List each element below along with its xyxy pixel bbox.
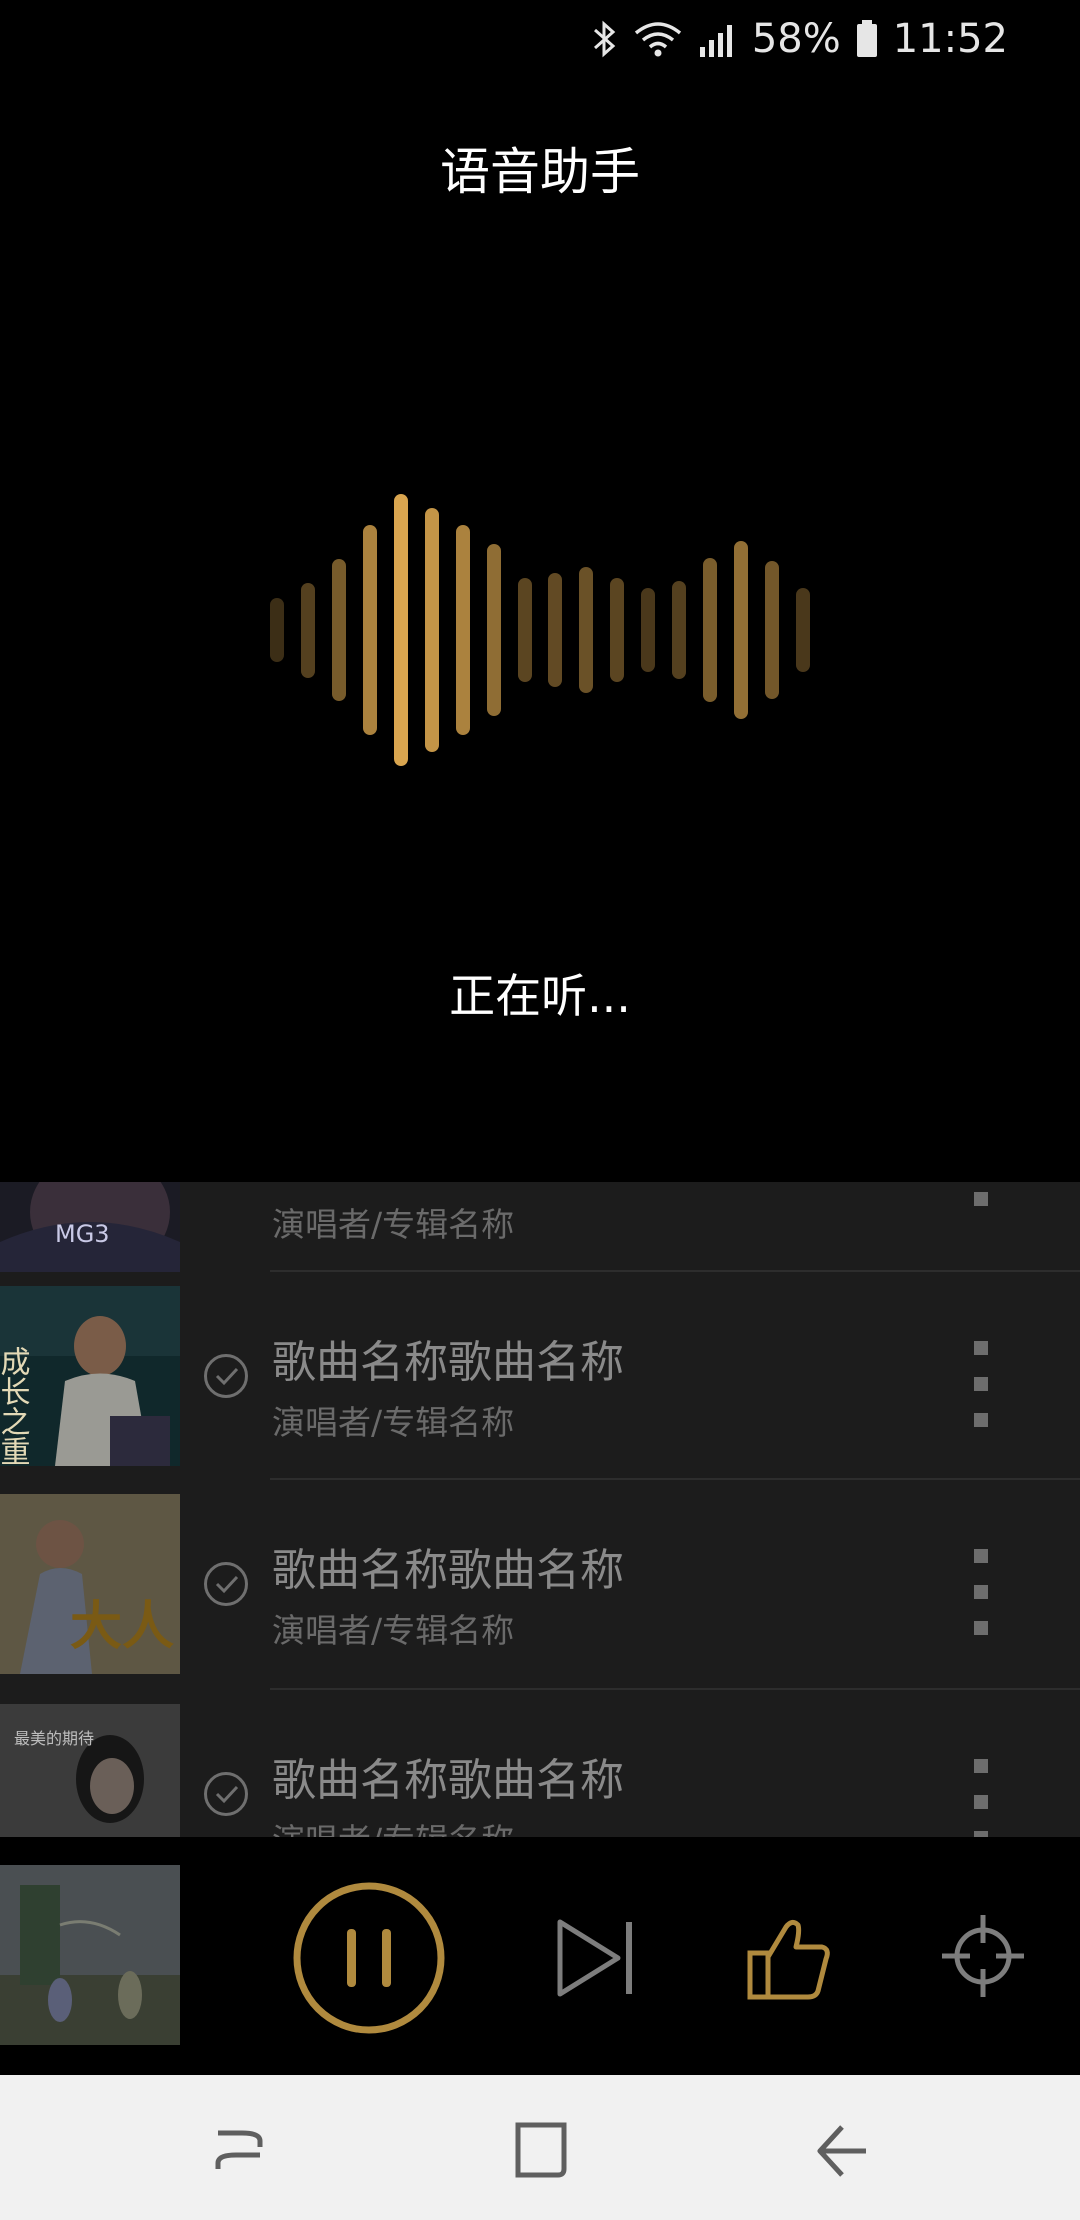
album-cover-text: 最美的期待 (14, 1729, 94, 1748)
more-options-icon[interactable] (974, 1759, 988, 1837)
song-title: 歌曲名称歌曲名称 (272, 1337, 624, 1388)
check-icon[interactable] (204, 1354, 248, 1398)
voice-assistant-title: 语音助手 (440, 143, 640, 201)
divider (270, 1270, 1080, 1272)
waveform-bar (765, 561, 780, 699)
divider (270, 1478, 1080, 1480)
more-options-icon[interactable] (974, 1341, 988, 1431)
waveform-bar (486, 543, 501, 717)
song-row[interactable]: 大人 歌曲名称歌曲名称 演唱者/专辑名称 (0, 1494, 1080, 1704)
navigation-bar (0, 2075, 1080, 2220)
song-title: 歌曲名称歌曲名称 (272, 1755, 624, 1806)
waveform-bar (331, 558, 346, 702)
check-icon[interactable] (204, 1562, 248, 1606)
song-row[interactable]: 成长之重量 歌曲名称歌曲名称 演唱者/专辑名称 (0, 1286, 1080, 1496)
song-subtitle: 演唱者/专辑名称 (272, 1814, 514, 1837)
listening-status: 正在听... (449, 969, 631, 1023)
waveform-bar (455, 524, 470, 736)
waveform-bar (579, 567, 594, 693)
more-options-icon[interactable] (974, 1192, 988, 1282)
waveform-bar (300, 582, 315, 678)
waveform-bar (548, 573, 563, 687)
pause-button[interactable] (292, 1881, 446, 2039)
wifi-icon (632, 19, 684, 59)
battery-percent: 58% (751, 16, 841, 62)
recent-apps-icon (215, 2130, 263, 2169)
waveform-bar (270, 597, 284, 663)
back-arrow-icon (817, 2125, 866, 2177)
song-title: 歌曲名称歌曲名称 (272, 1545, 624, 1596)
home-icon (515, 2122, 567, 2178)
song-subtitle: 演唱者/专辑名称 (272, 1403, 515, 1442)
waveform-bar (703, 557, 718, 703)
battery-icon (855, 19, 879, 59)
waveform-bar (672, 581, 687, 679)
like-icon[interactable] (746, 1915, 832, 2005)
song-list: MG3 演唱者/专辑名称 成长之重量 歌曲名称歌曲名称 演唱者/专辑名 (0, 1182, 1080, 1837)
waveform-bar (734, 541, 749, 719)
more-options-icon[interactable] (974, 1549, 988, 1639)
album-cover: MG3 (0, 1182, 180, 1272)
locate-icon[interactable] (940, 1913, 1026, 2003)
voice-waveform (270, 480, 810, 780)
song-subtitle: 演唱者/专辑名称 (272, 1205, 515, 1244)
divider (270, 1688, 1080, 1690)
album-cover-text: 成长之重量 (0, 1346, 30, 1466)
album-cover: 成长之重量 (0, 1286, 180, 1466)
now-playing-cover[interactable] (0, 1865, 180, 2045)
song-row[interactable]: MG3 演唱者/专辑名称 (0, 1182, 1080, 1302)
waveform-bar (393, 494, 408, 766)
waveform-bar (796, 588, 810, 672)
status-bar: 58% 11:52 (0, 0, 1080, 76)
next-button[interactable] (554, 1916, 638, 2004)
waveform-bar (641, 588, 656, 672)
album-cover-text: 大人 (70, 1597, 174, 1657)
player-bar (0, 1837, 1080, 2075)
recent-apps-button[interactable] (194, 2105, 284, 2195)
album-cover-text: MG3 (55, 1220, 110, 1248)
signal-icon (698, 19, 738, 59)
check-icon[interactable] (204, 1772, 248, 1816)
waveform-bar (424, 508, 439, 752)
bluetooth-icon (592, 19, 618, 59)
song-subtitle: 演唱者/专辑名称 (272, 1611, 515, 1650)
waveform-bar (362, 524, 377, 736)
waveform-bar (517, 577, 532, 683)
waveform-bar (610, 577, 625, 683)
back-button[interactable] (800, 2105, 890, 2195)
home-button[interactable] (496, 2105, 586, 2195)
song-row[interactable]: 最美的期待 歌曲名称歌曲名称 演唱者/专辑名称 (0, 1704, 1080, 1837)
album-cover: 大人 (0, 1494, 180, 1674)
clock: 11:52 (892, 16, 1008, 62)
album-cover: 最美的期待 (0, 1704, 180, 1837)
